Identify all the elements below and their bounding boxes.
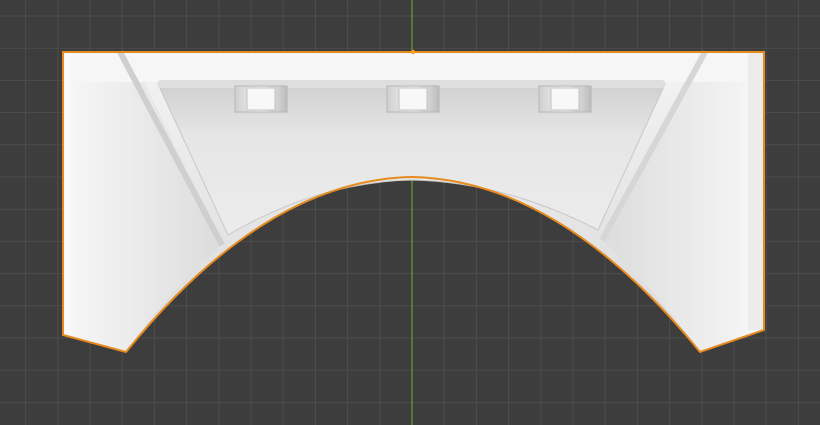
peg-cylinder [398, 87, 428, 111]
bracket-right-edge [748, 52, 764, 330]
bracket-top-lip [63, 52, 764, 82]
peg-cylinder [246, 87, 276, 111]
peg [386, 85, 440, 113]
bracket-left-edge [63, 52, 71, 335]
peg [538, 85, 592, 113]
3d-viewport[interactable] [0, 0, 820, 425]
arch-shelf-bracket[interactable] [62, 50, 765, 354]
peg [234, 85, 288, 113]
viewport-canvas[interactable] [0, 0, 820, 425]
peg-cylinder [550, 87, 580, 111]
object-origin-dot[interactable] [410, 49, 416, 55]
